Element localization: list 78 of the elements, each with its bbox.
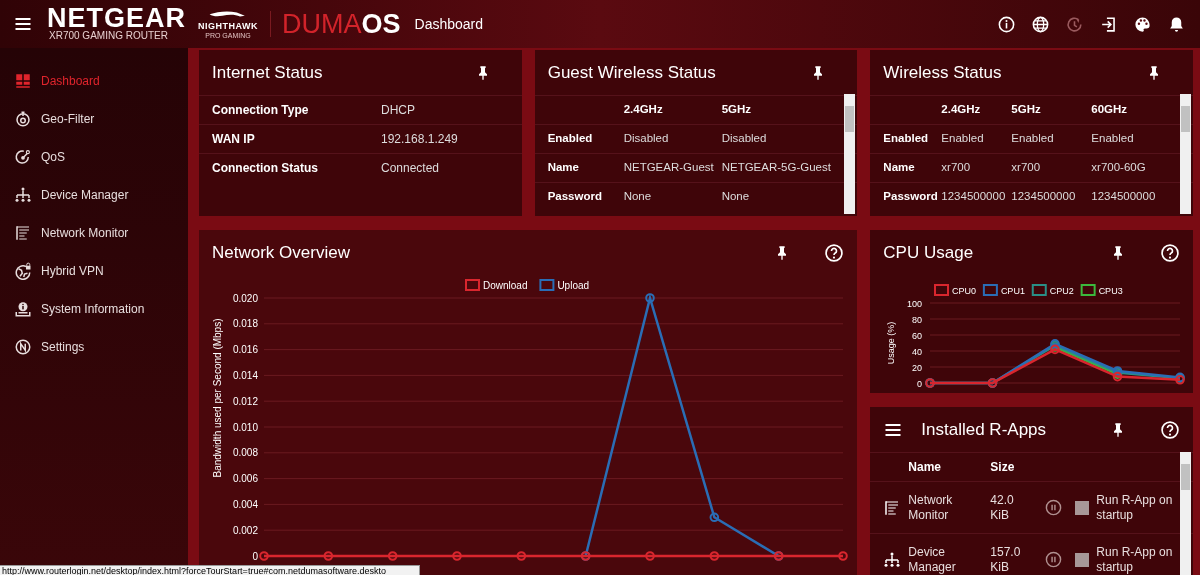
column-header: Size bbox=[990, 459, 1015, 476]
tick-label: 80 bbox=[912, 314, 923, 325]
card-title: Internet Status bbox=[212, 61, 324, 84]
table-cell-text: xr700 bbox=[1011, 160, 1042, 176]
legend-label: CPU0 bbox=[952, 285, 977, 296]
tick-label: 20 bbox=[912, 362, 923, 373]
tick-label: 0 bbox=[252, 550, 258, 562]
row-value: 192.168.1.249 bbox=[381, 131, 458, 148]
row-label: Password bbox=[883, 189, 939, 205]
card-title: Network Overview bbox=[212, 241, 351, 264]
row-label: Connection Status bbox=[212, 160, 319, 177]
table-cell-text: None bbox=[623, 189, 653, 205]
row-value: DHCP bbox=[381, 102, 415, 119]
app-name: Device Manager bbox=[908, 544, 957, 575]
table-cell-text: NETGEAR-5G-Guest bbox=[721, 160, 832, 176]
os-logo-light: DUMA bbox=[282, 10, 362, 38]
page-title: Dashboard bbox=[414, 14, 485, 34]
tick-label: 0.018 bbox=[232, 318, 258, 330]
row-label: Name bbox=[547, 160, 580, 176]
tick-label: 0.004 bbox=[232, 498, 258, 510]
tick-label: 0.020 bbox=[232, 292, 258, 304]
table-cell-text: xr700-60G bbox=[1091, 160, 1147, 176]
table-cell-text: Enabled bbox=[941, 131, 985, 147]
row-label: WAN IP bbox=[212, 131, 256, 148]
table-cell-text: 1234500000 bbox=[1091, 189, 1157, 205]
card-title: Guest Wireless Status bbox=[547, 61, 717, 84]
table-cell-text: Enabled bbox=[1011, 131, 1055, 147]
app-size: 42.0 KiB bbox=[990, 492, 1015, 523]
row-value: Connected bbox=[381, 160, 440, 177]
legend-label: CPU3 bbox=[1098, 285, 1123, 296]
table-cell-text: None bbox=[721, 189, 751, 205]
axis-title: Usage (%) bbox=[886, 321, 897, 365]
column-header: 2.4GHz bbox=[941, 102, 982, 118]
tick-label: 0.014 bbox=[232, 369, 258, 381]
column-header: 2.4GHz bbox=[623, 102, 664, 118]
tick-label: 40 bbox=[912, 346, 923, 357]
column-header: Name bbox=[908, 459, 942, 476]
sub-brand-logo: NIGHTHAWK bbox=[198, 22, 258, 31]
card-title: CPU Usage bbox=[883, 241, 975, 264]
tick-label: 0.006 bbox=[232, 473, 258, 485]
checkbox-label: Run R-App on startup bbox=[1096, 492, 1174, 523]
brand-logo: NETGEAR bbox=[47, 6, 186, 30]
tick-label: 0.012 bbox=[232, 395, 258, 407]
status-url: http://www.routerlogin.net/desktop/index.html?forceTourStart=true#com.netdumasoftware.deskto bbox=[0, 565, 420, 575]
table-cell-text: 1234500000 bbox=[941, 189, 1007, 205]
legend-label: Upload bbox=[557, 279, 590, 291]
column-header: 5GHz bbox=[1011, 102, 1042, 118]
legend-label: Download bbox=[483, 279, 528, 291]
app-name: Network Monitor bbox=[908, 492, 954, 523]
legend-label: CPU1 bbox=[1001, 285, 1026, 296]
tick-label: 0 bbox=[917, 378, 923, 389]
row-label: Name bbox=[883, 160, 916, 176]
column-header: 5GHz bbox=[721, 102, 753, 118]
tick-label: 60 bbox=[912, 330, 923, 341]
table-cell-text: Disabled bbox=[623, 131, 670, 147]
card-title: Wireless Status bbox=[883, 61, 1003, 84]
table-cell-text: Disabled bbox=[721, 131, 768, 147]
column-header: 60GHz bbox=[1091, 102, 1129, 118]
tick-label: 0.008 bbox=[232, 447, 258, 459]
app-size: 157.0 KiB bbox=[990, 544, 1022, 575]
row-label: Enabled bbox=[547, 131, 594, 147]
table-cell-text: xr700 bbox=[941, 160, 972, 176]
row-label: Connection Type bbox=[212, 102, 310, 119]
tick-label: 0.010 bbox=[232, 421, 258, 433]
model-name: XR700 GAMING ROUTER bbox=[48, 30, 169, 42]
tick-label: 100 bbox=[907, 298, 923, 309]
table-cell-text: NETGEAR-Guest bbox=[623, 160, 715, 176]
row-label: Password bbox=[547, 189, 603, 205]
table-cell-text: Enabled bbox=[1091, 131, 1135, 147]
legend-label: CPU2 bbox=[1050, 285, 1075, 296]
table-cell-text: 1234500000 bbox=[1011, 189, 1077, 205]
tick-label: 0.016 bbox=[232, 344, 258, 356]
row-label: Enabled bbox=[883, 131, 930, 147]
card-title: Installed R-Apps bbox=[921, 418, 1048, 441]
checkbox-label: Run R-App on startup bbox=[1096, 544, 1174, 575]
os-logo-bold: OS bbox=[361, 10, 401, 38]
tick-label: 0.002 bbox=[232, 524, 258, 536]
axis-title: Bandwidth used per Second (Mbps) bbox=[212, 318, 223, 478]
